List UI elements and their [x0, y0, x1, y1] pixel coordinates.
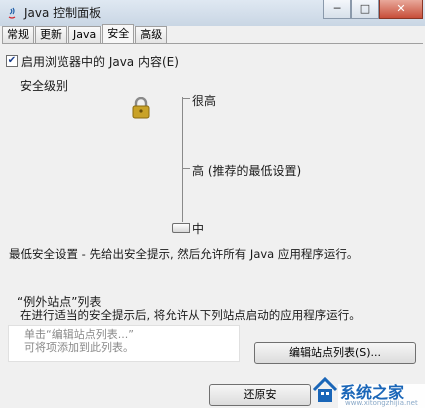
minimize-button[interactable]: ─ [323, 0, 351, 19]
edit-site-list-button[interactable]: 编辑站点列表(S)... [254, 342, 416, 364]
close-button[interactable]: ✕ [379, 0, 423, 19]
window-title: Java 控制面板 [24, 6, 102, 20]
slider-tick-very-high [182, 98, 190, 99]
security-level-description: 最低安全设置 - 先给出安全提示, 然后允许所有 Java 应用程序运行。 [9, 247, 359, 261]
enable-java-label[interactable]: 启用浏览器中的 Java 内容(E) [21, 53, 179, 70]
maximize-button[interactable]: □ [351, 0, 379, 19]
lock-icon [132, 97, 150, 119]
security-level-heading: 安全级别 [20, 79, 69, 93]
tab-update[interactable]: 更新 [35, 26, 67, 43]
security-level-slider-track[interactable] [182, 97, 183, 222]
level-high-label: 高 (推荐的最低设置) [192, 164, 302, 178]
enable-java-checkbox[interactable]: ✔ [6, 55, 18, 67]
exception-list-hint-line2: 可将项添加到此列表。 [24, 341, 134, 354]
tab-security[interactable]: 安全 [102, 24, 135, 43]
tab-bar: 常规 更新 Java 安全 高级 [2, 24, 168, 44]
tab-java[interactable]: Java [68, 26, 102, 43]
watermark-house-icon [312, 376, 338, 402]
level-medium-label: 中 [192, 222, 205, 236]
title-bar[interactable]: Java 控制面板 ─ □ ✕ [0, 0, 425, 26]
java-control-panel-window: Java 控制面板 ─ □ ✕ 常规 更新 Java 安全 高级 ✔ 启用浏览器… [0, 0, 425, 408]
java-logo-icon [8, 7, 16, 19]
level-very-high-label: 很高 [192, 94, 217, 108]
exception-site-description: 在进行适当的安全提示后, 将允许从下列站点启动的应用程序运行。 [20, 308, 361, 322]
tab-advanced[interactable]: 高级 [135, 26, 168, 43]
tab-general[interactable]: 常规 [2, 26, 34, 43]
watermark-url: www.xitongzhijia.net [345, 399, 418, 407]
slider-tick-high [182, 168, 190, 169]
security-level-slider-thumb[interactable] [172, 223, 190, 233]
restore-button[interactable]: 还原安 [209, 384, 311, 406]
